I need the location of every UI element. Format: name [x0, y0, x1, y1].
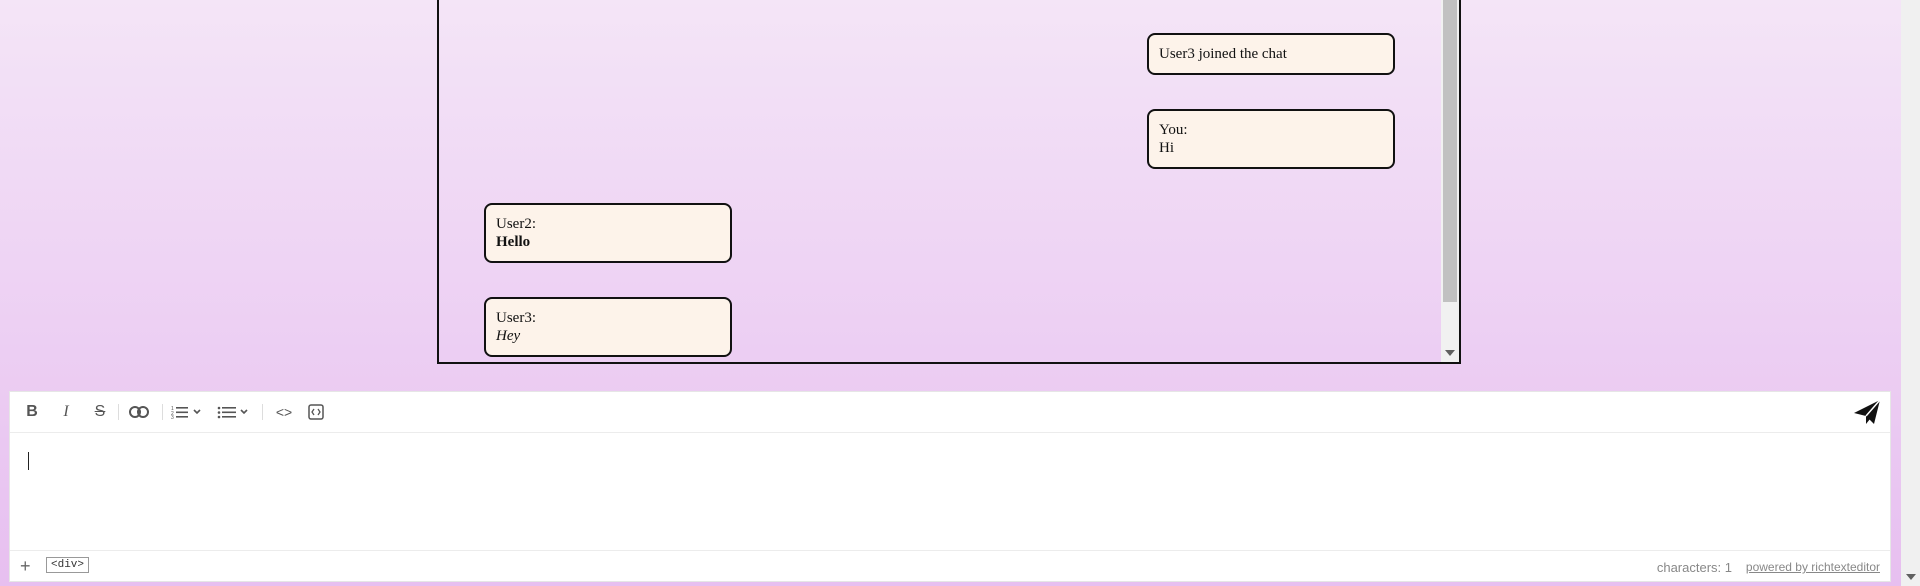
plus-icon[interactable]: + [20, 556, 31, 577]
toolbar-divider [118, 404, 119, 420]
send-icon [1854, 399, 1881, 424]
message-author: User2: [496, 216, 536, 232]
bullet-list-button[interactable] [216, 400, 252, 424]
editor-toolbar: B I S 1 2 3 <> [10, 392, 1890, 433]
chat-message: You: Hi [1147, 109, 1395, 169]
chat-message: User3: Hey [484, 297, 732, 357]
text-caret [28, 452, 29, 470]
link-icon [129, 406, 149, 418]
character-count: characters: 1 [1656, 560, 1732, 575]
code-block-icon [308, 404, 324, 420]
inline-code-button[interactable]: <> [270, 400, 298, 424]
toolbar-divider [162, 404, 163, 420]
send-button[interactable] [1852, 398, 1882, 426]
powered-by-link[interactable]: powered by richtexteditor [1746, 560, 1880, 574]
system-message: User3 joined the chat [1147, 33, 1395, 75]
bullet-list-icon [217, 406, 248, 419]
scroll-down-icon[interactable] [1445, 350, 1455, 356]
message-text: Hello [496, 234, 531, 250]
ordered-list-icon: 1 2 3 [171, 406, 201, 419]
bold-button[interactable]: B [20, 400, 44, 424]
chat-scrollbar[interactable] [1441, 0, 1459, 362]
code-block-button[interactable] [304, 400, 328, 424]
message-text: Hey [496, 328, 521, 344]
svg-text:3: 3 [171, 415, 174, 419]
strikethrough-button[interactable]: S [88, 400, 112, 424]
chat-panel: User3 joined the chat You: Hi User2: Hel… [437, 0, 1461, 364]
ordered-list-button[interactable]: 1 2 3 [170, 400, 206, 424]
page-scrollbar[interactable] [1901, 0, 1920, 586]
element-path-tag[interactable]: <div> [46, 557, 90, 573]
toolbar-divider [262, 404, 263, 420]
system-text: User3 joined the chat [1159, 46, 1287, 62]
rich-text-editor: B I S 1 2 3 <> + <div> characters: 1 pow… [9, 391, 1891, 582]
message-author: You: [1159, 122, 1188, 138]
message-input[interactable] [10, 433, 1890, 543]
italic-button[interactable]: I [54, 400, 78, 424]
scrollbar-thumb[interactable] [1443, 0, 1457, 302]
chat-message: User2: Hello [484, 203, 732, 263]
message-author: User3: [496, 310, 536, 326]
scroll-down-icon[interactable] [1906, 574, 1916, 580]
editor-statusbar: + <div> characters: 1 powered by richtex… [10, 550, 1890, 581]
message-text: Hi [1159, 140, 1174, 156]
link-button[interactable] [126, 400, 152, 424]
